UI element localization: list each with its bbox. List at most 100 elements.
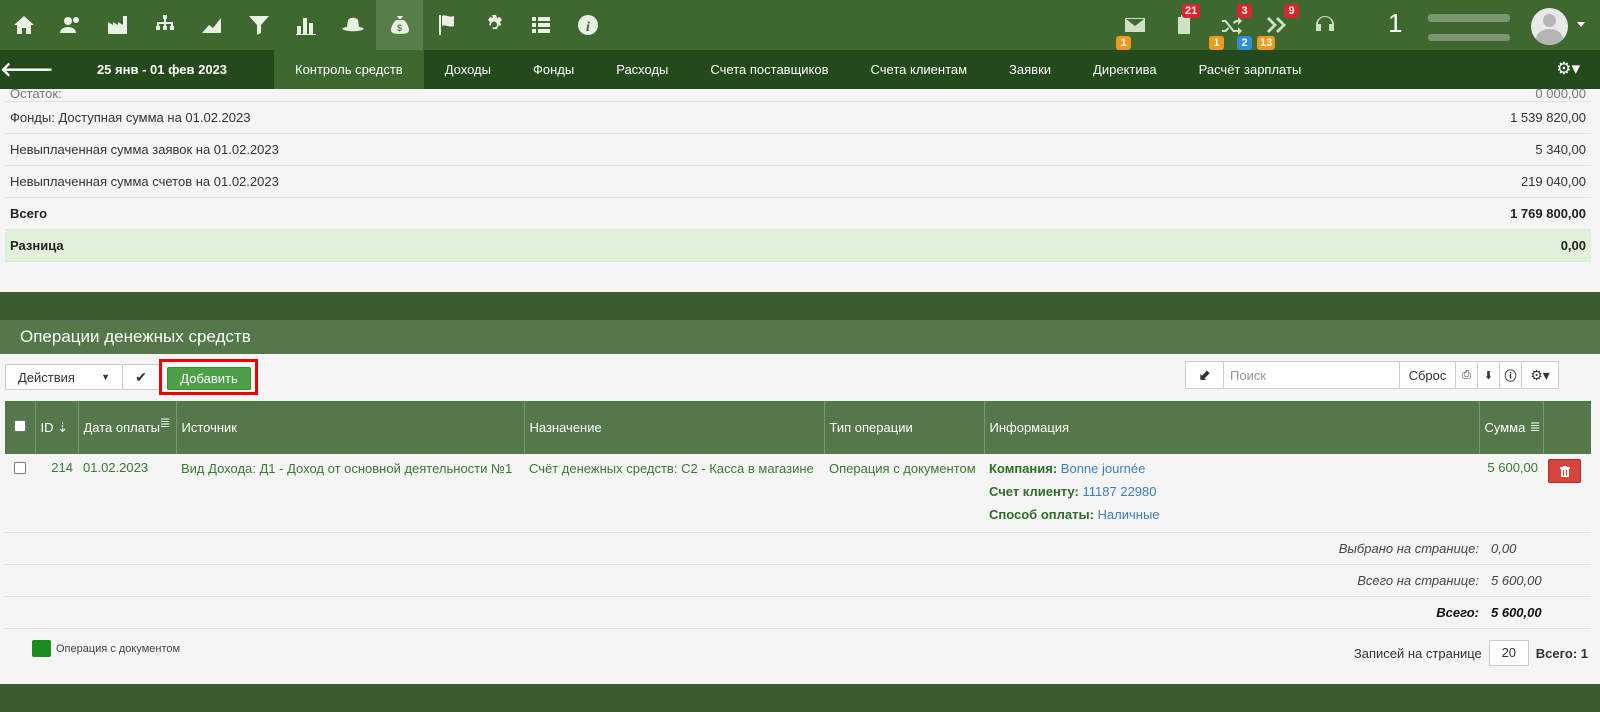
- shuffle-badge-orange: 1: [1209, 36, 1224, 50]
- selected-total-row: Выбрано на странице: 0,00: [5, 533, 1591, 565]
- info-icon[interactable]: i: [564, 0, 611, 50]
- select-all-cell: [5, 401, 36, 454]
- col-id[interactable]: ID ⇣: [35, 401, 79, 454]
- per-page-select[interactable]: 20: [1488, 640, 1529, 666]
- top-toolbar: $ i 1 21 3 1 2 9 13 1: [0, 0, 1600, 50]
- print-icon[interactable]: ⎙: [1456, 362, 1478, 388]
- operations-panel: Операции денежных средств Действия ▼ ✔ Д…: [0, 320, 1600, 684]
- bar-chart-icon[interactable]: [282, 0, 329, 50]
- col-source[interactable]: Источник: [176, 401, 525, 454]
- total-label: Всего:: [1436, 605, 1479, 620]
- section-nav: 🡐 25 янв - 01 фев 2023 Контроль средств …: [0, 50, 1600, 89]
- col-info[interactable]: Информация: [984, 401, 1480, 454]
- info-circle-icon[interactable]: ⓘ: [1500, 362, 1522, 388]
- collapse-arrow-icon[interactable]: ⬋: [1186, 362, 1224, 388]
- list-icon[interactable]: [517, 0, 564, 50]
- headset-icon[interactable]: [1313, 0, 1337, 50]
- page-total-row: Всего на странице: 5 600,00: [5, 565, 1591, 597]
- money-bag-icon[interactable]: $: [376, 0, 423, 50]
- cell-id[interactable]: 214: [35, 454, 78, 533]
- summary-row: Невыплаченная сумма счетов на 01.02.2023…: [5, 166, 1591, 198]
- tab-funds[interactable]: Фонды: [512, 50, 595, 89]
- summary-label: Невыплаченная сумма счетов на 01.02.2023: [10, 174, 279, 189]
- org-chart-icon[interactable]: [141, 0, 188, 50]
- select-all-checkbox[interactable]: [13, 420, 26, 432]
- legend-label: Операция с документом: [56, 642, 181, 655]
- tab-funds-control[interactable]: Контроль средств: [274, 50, 424, 89]
- users-icon[interactable]: [47, 0, 94, 50]
- tab-supplier-invoices[interactable]: Счета поставщиков: [689, 50, 849, 89]
- summary-value: 1 539 820,00: [1510, 110, 1586, 125]
- pager: Записей на странице 20 Всего: 1: [1354, 640, 1588, 666]
- total-records: Всего: 1: [1535, 645, 1588, 661]
- table-settings-icon[interactable]: ⚙▾: [1522, 362, 1558, 388]
- cell-info: Компания: Bonne journée Счет клиенту: 11…: [984, 454, 1479, 533]
- tab-client-invoices[interactable]: Счета клиентам: [850, 50, 989, 89]
- invoice-label: Счет клиенту:: [989, 484, 1079, 499]
- cell-actions: [1543, 454, 1591, 533]
- chevron-down-icon[interactable]: [1577, 22, 1585, 27]
- home-icon[interactable]: [0, 0, 47, 50]
- row-checkbox-cell: [5, 454, 35, 533]
- tab-directive[interactable]: Директива: [1072, 50, 1178, 89]
- col-purpose[interactable]: Назначение: [524, 401, 825, 454]
- tab-requests[interactable]: Заявки: [988, 50, 1072, 89]
- add-button[interactable]: Добавить: [167, 367, 251, 390]
- column-menu-icon[interactable]: ≣: [1530, 419, 1541, 435]
- search-placeholder: Поиск: [1230, 367, 1267, 383]
- hat-icon[interactable]: [329, 0, 376, 50]
- tab-payroll[interactable]: Расчёт зарплаты: [1178, 50, 1323, 89]
- forward-badge: 9: [1284, 4, 1299, 18]
- factory-icon[interactable]: [94, 0, 141, 50]
- avatar[interactable]: [1531, 8, 1568, 45]
- cell-type[interactable]: Операция с документом: [824, 454, 984, 533]
- legend-swatch: [32, 640, 51, 657]
- summary-panel: Остаток: 0 000,00 Фонды: Доступная сумма…: [0, 89, 1600, 292]
- flag-icon[interactable]: [423, 0, 470, 50]
- area-chart-icon[interactable]: [188, 0, 235, 50]
- tab-income[interactable]: Доходы: [424, 50, 512, 89]
- summary-label: Всего: [10, 206, 48, 221]
- summary-row: Невыплаченная сумма заявок на 01.02.2023…: [5, 134, 1591, 166]
- cell-source[interactable]: Вид Дохода: Д1 - Доход от основной деяте…: [176, 454, 524, 533]
- col-type[interactable]: Тип операции: [824, 401, 985, 454]
- payment-label: Способ оплаты:: [989, 507, 1094, 522]
- delete-button[interactable]: [1548, 459, 1581, 483]
- filter-icon[interactable]: [235, 0, 282, 50]
- tab-expenses[interactable]: Расходы: [595, 50, 689, 89]
- svg-text:$: $: [397, 23, 402, 33]
- cell-date[interactable]: 01.02.2023: [78, 454, 176, 533]
- company-link[interactable]: Bonne journée: [1061, 461, 1146, 476]
- export-icon[interactable]: ⬇: [1478, 362, 1500, 388]
- col-sum-label: Сумма: [1484, 420, 1526, 435]
- trash-icon: [1559, 465, 1570, 477]
- back-arrow-icon[interactable]: 🡐: [0, 57, 54, 82]
- invoice-link[interactable]: 11187 22980: [1083, 484, 1157, 499]
- operations-table: ID ⇣ Дата оплаты ≣ Источник Назначение Т…: [5, 401, 1591, 533]
- summary-value: 1 769 800,00: [1510, 206, 1586, 221]
- shuffle-badge: 3: [1237, 4, 1252, 18]
- period-label[interactable]: 25 янв - 01 фев 2023: [50, 62, 274, 77]
- check-icon: ✔: [135, 368, 147, 385]
- col-sum[interactable]: Сумма ≣: [1479, 401, 1544, 454]
- operations-toolbar: Действия ▼ ✔ Добавить ⬋ Поиск Сброс ⎙ ⬇ …: [0, 354, 1600, 400]
- shuffle-badge-blue: 2: [1237, 36, 1252, 50]
- col-date[interactable]: Дата оплаты ≣: [78, 401, 177, 454]
- row-checkbox[interactable]: [14, 462, 26, 474]
- grand-total-row: Всего: 5 600,00: [5, 597, 1591, 629]
- col-date-label: Дата оплаты: [83, 420, 161, 435]
- summary-label: Остаток:: [10, 89, 62, 101]
- search-input[interactable]: Поиск: [1224, 362, 1400, 388]
- legend: Операция с документом: [32, 640, 180, 657]
- payment-method: Наличные: [1097, 507, 1160, 522]
- reset-button[interactable]: Сброс: [1400, 362, 1456, 388]
- column-menu-icon[interactable]: ≣: [160, 415, 171, 431]
- summary-value: 5 340,00: [1535, 142, 1586, 157]
- gear-icon[interactable]: [470, 0, 517, 50]
- settings-gear-icon[interactable]: ⚙▾: [1556, 59, 1580, 79]
- table-row[interactable]: 214 01.02.2023 Вид Дохода: Д1 - Доход от…: [5, 454, 1591, 533]
- confirm-check-button[interactable]: ✔: [122, 364, 160, 390]
- actions-label: Действия: [18, 369, 75, 385]
- actions-dropdown[interactable]: Действия ▼: [5, 364, 123, 390]
- cell-purpose[interactable]: Счёт денежных средств: С2 - Касса в мага…: [524, 454, 824, 533]
